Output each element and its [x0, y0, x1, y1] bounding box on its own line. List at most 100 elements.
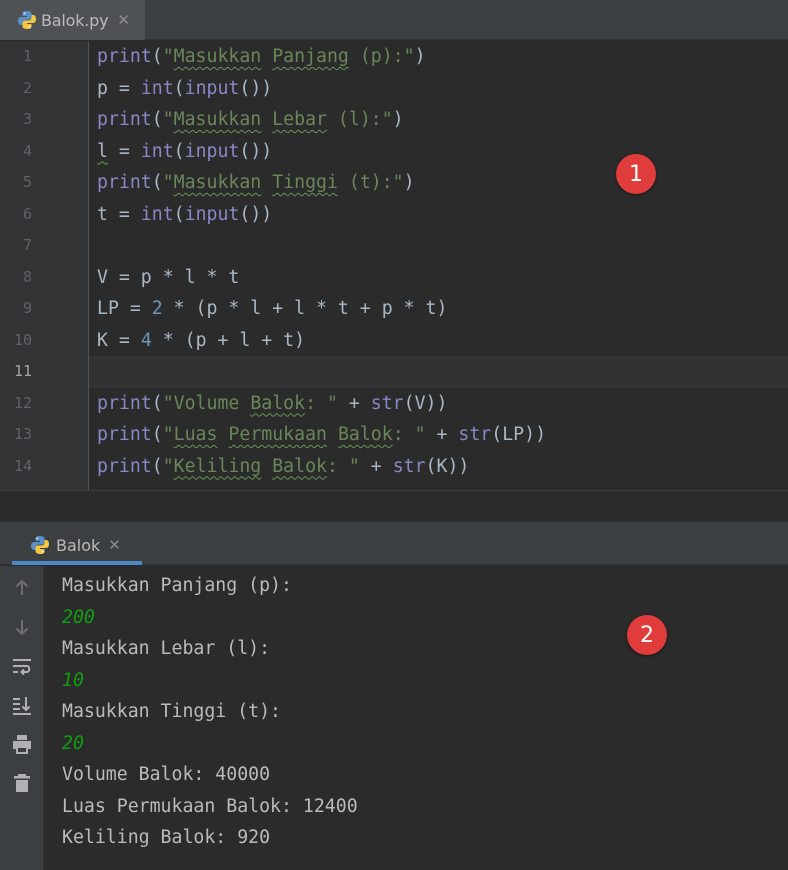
editor-tab-balok-py[interactable]: Balok.py ✕ — [0, 0, 145, 40]
code-token: Masukkan — [173, 46, 262, 67]
rerun-up-icon[interactable] — [8, 574, 36, 602]
code-token: t = — [97, 203, 141, 225]
code-line: print("Masukkan Panjang (p):") — [97, 41, 426, 73]
editor-bottom-area — [0, 490, 788, 522]
close-icon[interactable]: ✕ — [117, 11, 130, 29]
run-console[interactable]: Masukkan Panjang (p): 200 Masukkan Lebar (… — [44, 566, 788, 870]
code-line: V = p * l * t — [97, 262, 239, 294]
code-token: ( — [151, 46, 163, 67]
code-token: ( — [173, 140, 185, 162]
current-line-highlight — [89, 356, 788, 388]
code-token: ( — [151, 109, 163, 130]
console-output-line: Keliling Balok: 920 — [62, 827, 271, 848]
run-tab-underline — [12, 561, 142, 565]
code-token: (p):" — [348, 46, 415, 67]
code-token: Tinggi — [272, 172, 338, 193]
code-token: str — [370, 392, 404, 414]
line-number: 4 — [22, 141, 32, 160]
close-icon[interactable]: ✕ — [108, 536, 121, 554]
console-output-line: Luas Permukaan Balok: 12400 — [62, 795, 358, 817]
code-token: ()) — [239, 203, 273, 225]
line-number: 11 — [13, 362, 32, 380]
line-number: 5 — [22, 173, 32, 191]
console-output-line: Volume Balok: 40000 — [62, 764, 271, 785]
code-token: input — [184, 140, 240, 162]
code-token: ) — [403, 172, 415, 193]
code-token: : " — [326, 455, 360, 477]
code-line: t = int(input()) — [97, 199, 272, 231]
code-token: int — [140, 140, 174, 162]
code-token: K = — [97, 329, 141, 351]
code-token: 4 — [140, 329, 152, 351]
code-line: print("Keliling Balok: " + str(K)) — [97, 451, 469, 483]
code-token: (V)) — [403, 392, 448, 414]
code-token: Lebar — [272, 109, 327, 130]
code-token: p = — [97, 77, 141, 99]
code-token: : " — [305, 392, 338, 414]
code-token: Balok — [250, 392, 306, 414]
code-token: Masukkan — [173, 109, 262, 130]
code-token: print — [97, 109, 152, 130]
code-token: + — [359, 455, 393, 477]
scroll-to-end-icon[interactable] — [8, 691, 36, 719]
code-line: p = int(input()) — [97, 73, 272, 105]
code-token: " — [162, 46, 174, 67]
console-output-line: Masukkan Panjang (p): — [62, 575, 292, 596]
code-token: print — [97, 455, 152, 477]
soft-wrap-icon[interactable] — [8, 652, 36, 680]
code-token: " — [162, 172, 174, 193]
console-user-input: 10 — [62, 669, 84, 691]
code-token: str — [392, 455, 426, 477]
console-user-input: 20 — [62, 732, 84, 754]
code-token: " — [162, 424, 174, 445]
line-number: 13 — [13, 425, 32, 443]
code-token: (l):" — [326, 109, 393, 130]
code-token: : " — [392, 424, 426, 445]
code-editor[interactable]: 1 2 3 4 5 6 7 8 9 10 11 12 13 14 print("Masukkan Panj… — [0, 41, 788, 490]
code-token: V = p * l * t — [97, 266, 240, 288]
code-token: input — [184, 77, 240, 99]
line-number: 12 — [13, 393, 32, 412]
code-token: Masukkan — [173, 172, 262, 193]
line-number: 8 — [22, 267, 32, 286]
code-line: l = int(input()) — [97, 136, 272, 168]
run-tab-balok[interactable]: Balok ✕ — [12, 525, 142, 565]
line-number: 2 — [22, 78, 32, 97]
code-token: ( — [151, 424, 163, 445]
code-token: = — [107, 140, 141, 162]
trash-icon[interactable] — [8, 769, 36, 797]
code-token: + — [425, 424, 459, 445]
code-token: l — [97, 140, 108, 162]
code-token: " — [162, 455, 174, 477]
python-icon — [30, 535, 50, 555]
line-number: 9 — [22, 299, 32, 317]
console-user-input: 200 — [62, 606, 95, 628]
annotation-badge-2: 2 — [627, 615, 667, 655]
line-number: 14 — [13, 456, 32, 475]
code-line: print("Volume Balok: " + str(V)) — [97, 388, 447, 420]
code-token: int — [140, 203, 174, 225]
code-token: ( — [151, 455, 163, 477]
code-token: Balok — [337, 424, 393, 445]
annotation-badge-1: 1 — [616, 154, 656, 194]
code-token: (LP)) — [491, 424, 547, 445]
scroll-down-icon[interactable] — [8, 613, 36, 641]
code-token: ( — [151, 172, 163, 193]
line-number: 6 — [22, 204, 32, 223]
code-token: input — [184, 203, 240, 225]
code-token: print — [97, 424, 152, 445]
line-number: 1 — [22, 47, 32, 65]
code-token: ( — [173, 203, 185, 225]
code-token: Balok — [272, 455, 327, 477]
code-token: ) — [392, 109, 404, 130]
code-token: print — [97, 172, 152, 193]
print-icon[interactable] — [8, 730, 36, 758]
line-number: 10 — [13, 330, 32, 349]
code-token: (t):" — [337, 172, 404, 193]
code-token: 2 — [151, 298, 163, 319]
code-token: Panjang — [272, 46, 349, 67]
code-token: print — [97, 392, 152, 414]
